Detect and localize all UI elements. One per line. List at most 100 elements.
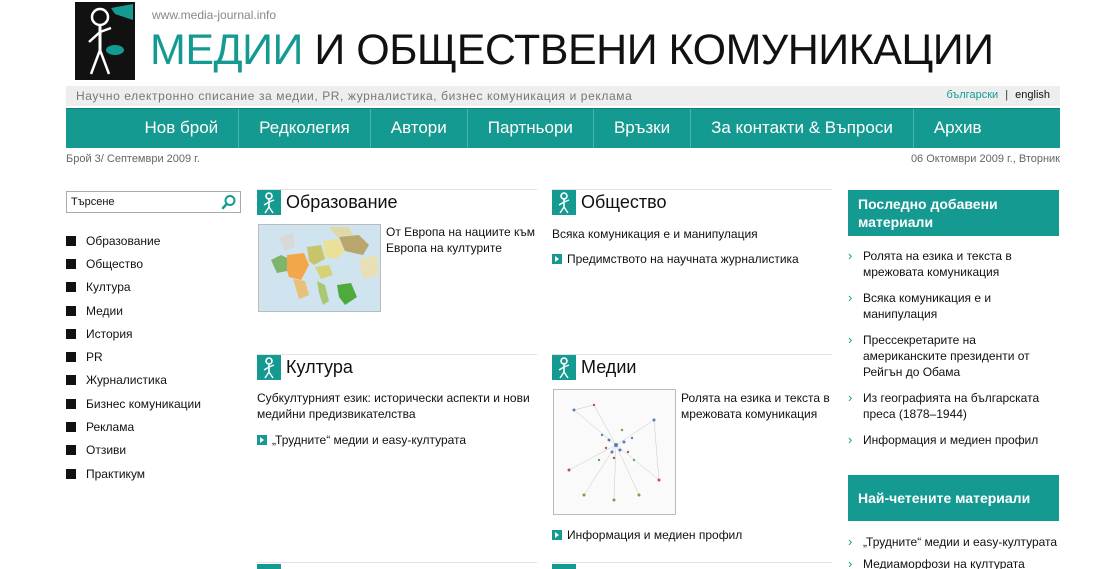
network-graph-thumbnail[interactable] [553, 389, 676, 515]
section-article-link[interactable]: Ролята на езика и текста в мрежовата ком… [681, 390, 833, 422]
search-box [66, 191, 241, 213]
section-media: Медии Ролята на езика и текста в мрежова… [552, 354, 832, 554]
section-title: Общество [581, 192, 667, 212]
main-nav: Нов брой Редколегия Автори Партньори Връ… [66, 108, 1060, 148]
bullet-square-icon [66, 282, 76, 293]
europe-map-thumbnail[interactable] [258, 224, 381, 312]
category-item[interactable]: Образование [66, 229, 201, 252]
list-item-label: Из географията на българската преса (187… [863, 391, 1040, 421]
chevron-right-icon: › [848, 248, 853, 263]
site-logo[interactable] [75, 2, 135, 80]
related-article-link[interactable]: Информация и медиен профил [552, 528, 742, 542]
arrow-square-icon [552, 254, 562, 264]
arrow-square-icon [257, 435, 267, 445]
related-article-link[interactable]: Предимството на научната журналистика [552, 252, 799, 266]
section-header[interactable]: Медии [552, 355, 636, 380]
language-switcher: български | english [946, 89, 1050, 101]
category-list: Образование Общество Култура Медии Истор… [66, 229, 201, 485]
related-article-label: Предимството на научната журналистика [567, 252, 799, 266]
recent-materials-header: Последно добавени материали [848, 190, 1059, 236]
bullet-square-icon [66, 398, 76, 409]
list-item-label: „Трудните“ медии и easy-културата [863, 535, 1058, 549]
bullet-square-icon [66, 422, 76, 433]
arrow-square-icon [552, 530, 562, 540]
section-header[interactable]: Общество [552, 190, 667, 215]
category-item[interactable]: Общество [66, 252, 201, 275]
popular-materials-header: Най-четените материали [848, 475, 1059, 521]
list-item[interactable]: › Всяка комуникация е и манипулация [848, 290, 1060, 322]
category-item[interactable]: Практикум [66, 462, 201, 485]
section-article-link[interactable]: Всяка комуникация е и манипулация [552, 226, 832, 242]
list-item-label: Прессекретарите на американските президе… [863, 333, 1030, 379]
category-item[interactable]: Журналистика [66, 369, 201, 392]
nav-archive[interactable]: Архив [912, 109, 1002, 148]
current-date: 06 Октомври 2009 г., Вторник [910, 153, 1060, 165]
list-item[interactable]: › Прессекретарите на американските презид… [848, 332, 1060, 380]
category-item[interactable]: Медии [66, 299, 201, 322]
section-title: Култура [286, 357, 353, 377]
category-label: Култура [86, 280, 131, 295]
lang-separator: | [1005, 89, 1009, 101]
category-label: История [86, 326, 133, 341]
nav-authors[interactable]: Автори [369, 109, 467, 148]
category-item[interactable]: PR [66, 345, 201, 368]
category-item[interactable]: Реклама [66, 415, 201, 438]
category-label: Медии [86, 303, 123, 318]
popular-materials-list: › „Трудните“ медии и easy-културата › Меди… [848, 534, 1060, 569]
chevron-right-icon: › [848, 534, 853, 549]
chevron-right-icon: › [848, 390, 853, 405]
bullet-square-icon [66, 352, 76, 363]
nav-editorial-board[interactable]: Редколегия [238, 109, 370, 148]
section-article-link[interactable]: От Европа на нациите към Европа на култу… [386, 224, 536, 256]
list-item[interactable]: › „Трудните“ медии и easy-културата [848, 534, 1060, 550]
bullet-square-icon [66, 235, 76, 246]
nav-links[interactable]: Връзки [592, 109, 690, 148]
person-section-icon [552, 190, 576, 215]
list-item[interactable]: › Из географията на българската преса (18… [848, 390, 1060, 422]
category-item[interactable]: Бизнес комуникации [66, 392, 201, 415]
category-label: PR [86, 350, 103, 365]
tagline-bar: Научно електронно списание за медии, PR,… [66, 86, 1060, 106]
category-item[interactable]: История [66, 322, 201, 345]
section-society: Общество Всяка комуникация е и манипулац… [552, 189, 832, 339]
search-input[interactable] [67, 192, 212, 212]
site-title[interactable]: МЕДИИ И ОБЩЕСТВЕНИ КОМУНИКАЦИИ [150, 24, 994, 76]
list-item-label: Медиаморфози на културата [863, 557, 1025, 569]
bullet-square-icon [66, 445, 76, 456]
section-partial [552, 562, 832, 569]
category-label: Образование [86, 233, 161, 248]
nav-new-issue[interactable]: Нов брой [125, 109, 239, 148]
related-article-link[interactable]: „Трудните“ медии и easy-културата [257, 433, 466, 447]
lang-english-link[interactable]: english [1015, 89, 1050, 101]
section-title: Образование [286, 192, 398, 212]
europe-map-image [259, 225, 380, 311]
bullet-square-icon [66, 375, 76, 386]
network-graph-image [554, 390, 675, 514]
person-section-icon [257, 190, 281, 215]
bullet-square-icon [66, 305, 76, 316]
person-section-icon [257, 564, 281, 569]
person-megaphone-logo-icon [75, 2, 135, 80]
list-item[interactable]: › Медиаморфози на културата [848, 556, 1060, 569]
section-education: Образование От Европа на нациите към Евр… [257, 189, 537, 339]
bullet-square-icon [66, 328, 76, 339]
section-culture: Култура Субкултурният език: исторически … [257, 354, 537, 514]
bullet-square-icon [66, 258, 76, 269]
section-title: Медии [581, 357, 637, 377]
section-article-link[interactable]: Субкултурният език: исторически аспекти … [257, 390, 537, 422]
section-header[interactable]: Образование [257, 190, 398, 215]
section-header[interactable]: Култура [257, 355, 353, 380]
recent-materials-list: › Ролята на езика и текста в мрежовата ко… [848, 248, 1060, 448]
category-item[interactable]: Култура [66, 276, 201, 299]
chevron-right-icon: › [848, 556, 853, 569]
nav-partners[interactable]: Партньори [466, 109, 593, 148]
list-item[interactable]: › Информация и медиен профил [848, 432, 1060, 448]
nav-contacts[interactable]: За контакти & Въпроси [690, 109, 913, 148]
lang-bulgarian-link[interactable]: български [946, 89, 998, 101]
list-item-label: Ролята на езика и текста в мрежовата ком… [863, 249, 1012, 279]
list-item[interactable]: › Ролята на езика и текста в мрежовата ко… [848, 248, 1060, 280]
magnifier-icon[interactable] [221, 194, 237, 210]
person-section-icon [552, 355, 576, 380]
category-item[interactable]: Отзиви [66, 439, 201, 462]
site-url[interactable]: www.media-journal.info [152, 8, 276, 22]
